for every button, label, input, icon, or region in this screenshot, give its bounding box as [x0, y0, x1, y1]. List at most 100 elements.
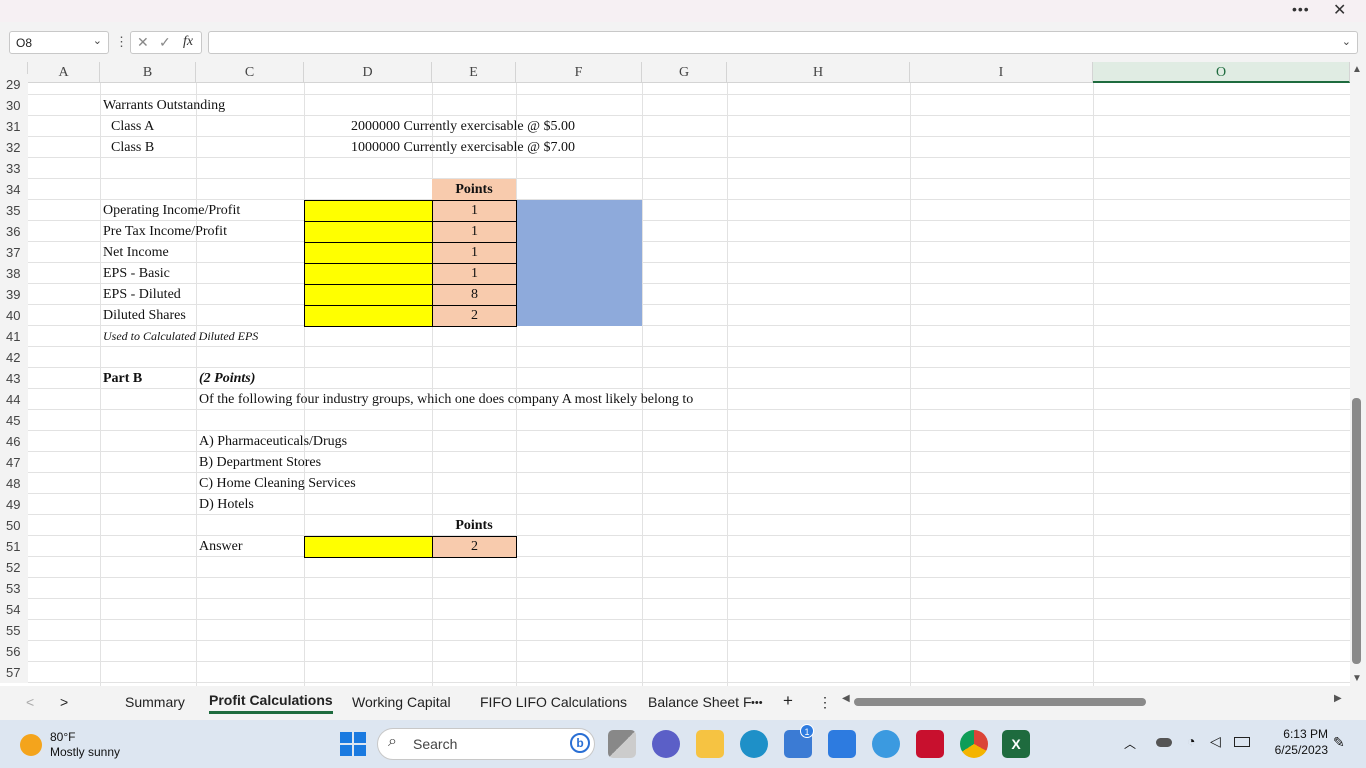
cell-c44-question[interactable]: Of the following four industry groups, w… — [199, 389, 693, 410]
cell-b41-note[interactable]: Used to Calculated Diluted EPS — [103, 326, 258, 347]
row-header[interactable]: 38 — [0, 263, 28, 284]
scroll-right-icon[interactable]: ▶ — [1334, 693, 1342, 704]
column-header-d[interactable]: D — [304, 62, 432, 83]
row-header[interactable]: 33 — [0, 158, 28, 179]
cell-b38[interactable]: EPS - Basic — [103, 263, 170, 284]
more-options-icon[interactable]: ••• — [1292, 1, 1310, 17]
row-header[interactable]: 40 — [0, 305, 28, 326]
vertical-scrollbar[interactable]: ▲ ▼ — [1350, 62, 1366, 688]
scroll-down-icon[interactable]: ▼ — [1352, 673, 1362, 684]
row-header[interactable]: 52 — [0, 557, 28, 578]
tab-balance-sheet[interactable]: Balance Sheet F — [648, 694, 752, 710]
cell-d31[interactable]: 2000000 Currently exercisable @ $5.00 — [351, 116, 575, 137]
row-header[interactable]: 49 — [0, 494, 28, 515]
cell-c49-option[interactable]: D) Hotels — [199, 494, 254, 515]
answer-cell-pretax-income[interactable] — [304, 221, 433, 243]
close-icon[interactable]: ✕ — [1333, 0, 1346, 20]
help-icon[interactable] — [872, 730, 900, 758]
cell-b43[interactable]: Part B — [103, 368, 142, 389]
add-sheet-button[interactable]: + — [783, 691, 793, 711]
answer-cell-net-income[interactable] — [304, 242, 433, 264]
row-header[interactable]: 56 — [0, 641, 28, 662]
points-cell[interactable]: 1 — [432, 200, 517, 222]
enter-icon[interactable]: ✓ — [159, 34, 171, 51]
row-header[interactable]: 44 — [0, 389, 28, 410]
excel-icon[interactable]: X — [1002, 730, 1030, 758]
answer-cell-diluted-shares[interactable] — [304, 305, 433, 327]
tab-working-capital[interactable]: Working Capital — [352, 694, 451, 710]
row-header[interactable]: 39 — [0, 284, 28, 305]
tab-summary[interactable]: Summary — [125, 694, 185, 710]
formula-input[interactable]: ⌄ — [208, 31, 1358, 54]
cell-b39[interactable]: EPS - Diluted — [103, 284, 181, 305]
column-header-o[interactable]: O — [1093, 62, 1350, 83]
name-box[interactable]: O8 ⌄ — [9, 31, 109, 54]
wifi-icon[interactable]: ◔ — [1187, 733, 1195, 749]
notifications-icon[interactable]: ✎ — [1333, 734, 1345, 751]
column-header-c[interactable]: C — [196, 62, 304, 83]
start-windows-icon[interactable] — [338, 730, 366, 758]
mcafee-icon[interactable] — [916, 730, 944, 758]
row-header[interactable]: 41 — [0, 326, 28, 347]
more-tabs-icon[interactable]: ••• — [751, 697, 763, 709]
cell-c47-option[interactable]: B) Department Stores — [199, 452, 321, 473]
points-cell[interactable]: 1 — [432, 263, 517, 285]
row-header[interactable]: 45 — [0, 410, 28, 431]
expand-formula-icon[interactable]: ⌄ — [1342, 35, 1351, 48]
tab-prev-icon[interactable]: < — [26, 694, 34, 710]
chevron-up-icon[interactable]: ︿ — [1124, 735, 1136, 752]
scroll-up-icon[interactable]: ▲ — [1352, 64, 1362, 75]
column-header-f[interactable]: F — [516, 62, 642, 83]
cell-b31[interactable]: Class A — [111, 116, 154, 137]
tab-fifo-lifo[interactable]: FIFO LIFO Calculations — [480, 694, 627, 710]
tab-next-icon[interactable]: > — [60, 694, 68, 710]
tab-options-icon[interactable]: ⋮ — [818, 694, 832, 711]
answer-cell-operating-income[interactable] — [304, 200, 433, 222]
edge-icon[interactable] — [740, 730, 768, 758]
row-header[interactable]: 31 — [0, 116, 28, 137]
cell-d32[interactable]: 1000000 Currently exercisable @ $7.00 — [351, 137, 575, 158]
cell-c51[interactable]: Answer — [199, 536, 243, 557]
row-header[interactable]: 30 — [0, 95, 28, 116]
cell-c43[interactable]: (2 Points) — [199, 368, 255, 389]
file-explorer-icon[interactable] — [696, 730, 724, 758]
cell-b37[interactable]: Net Income — [103, 242, 169, 263]
row-header[interactable]: 46 — [0, 431, 28, 452]
horizontal-scrollbar[interactable]: ◀ ▶ — [842, 693, 1345, 708]
cell-b30[interactable]: Warrants Outstanding — [103, 95, 225, 116]
row-header[interactable]: 51 — [0, 536, 28, 557]
row-header[interactable]: 54 — [0, 599, 28, 620]
row-header[interactable]: 57 — [0, 662, 28, 683]
row-header[interactable]: 35 — [0, 200, 28, 221]
row-header[interactable]: 29 — [0, 74, 28, 95]
column-header-i[interactable]: I — [910, 62, 1093, 83]
onedrive-icon[interactable] — [1156, 738, 1172, 747]
vertical-scroll-thumb[interactable] — [1352, 398, 1361, 664]
answer-cell-eps-basic[interactable] — [304, 263, 433, 285]
cell-c46-option[interactable]: A) Pharmaceuticals/Drugs — [199, 431, 347, 452]
row-header[interactable]: 47 — [0, 452, 28, 473]
taskbar-search-box[interactable]: ⌕ Search b — [377, 728, 595, 760]
points-cell[interactable]: 1 — [432, 221, 517, 243]
myhp-icon[interactable] — [828, 730, 856, 758]
blue-answer-block[interactable] — [516, 200, 642, 326]
points-cell[interactable]: 2 — [432, 536, 517, 558]
column-header-b[interactable]: B — [100, 62, 196, 83]
row-header[interactable]: 36 — [0, 221, 28, 242]
cell-b40[interactable]: Diluted Shares — [103, 305, 186, 326]
answer-cell-part-b[interactable] — [304, 536, 433, 558]
column-header-g[interactable]: G — [642, 62, 727, 83]
points-cell[interactable]: 1 — [432, 242, 517, 264]
points-cell[interactable]: 8 — [432, 284, 517, 306]
cell-c48-option[interactable]: C) Home Cleaning Services — [199, 473, 356, 494]
row-header[interactable]: 43 — [0, 368, 28, 389]
row-header[interactable]: 42 — [0, 347, 28, 368]
horizontal-scroll-thumb[interactable] — [854, 698, 1146, 706]
column-header-e[interactable]: E — [432, 62, 516, 83]
row-header[interactable]: 53 — [0, 578, 28, 599]
row-header[interactable]: 34 — [0, 179, 28, 200]
row-header[interactable]: 32 — [0, 137, 28, 158]
chat-icon[interactable] — [652, 730, 680, 758]
cell-b36[interactable]: Pre Tax Income/Profit — [103, 221, 227, 242]
answer-cell-eps-diluted[interactable] — [304, 284, 433, 306]
